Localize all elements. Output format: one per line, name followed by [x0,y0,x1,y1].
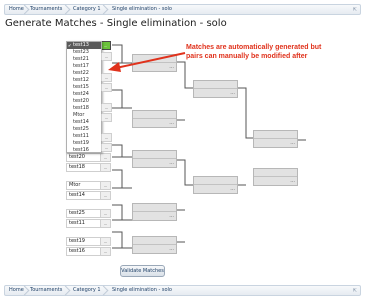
breadcrumb-home[interactable]: Home [5,286,25,295]
breadcrumb-tournaments[interactable]: Tournaments [26,286,66,295]
validate-matches-button[interactable]: Validate Matches [120,265,165,277]
breadcrumb-current: Single elimination - solo [112,287,172,293]
breadcrumb-bottom: Home Tournaments Category 1 Single elimi… [4,285,361,296]
annotation-text: Matches are automatically generated but … [186,44,322,60]
breadcrumb-category[interactable]: Category 1 [69,286,104,295]
expand-icon[interactable]: ⇱ [353,287,357,296]
